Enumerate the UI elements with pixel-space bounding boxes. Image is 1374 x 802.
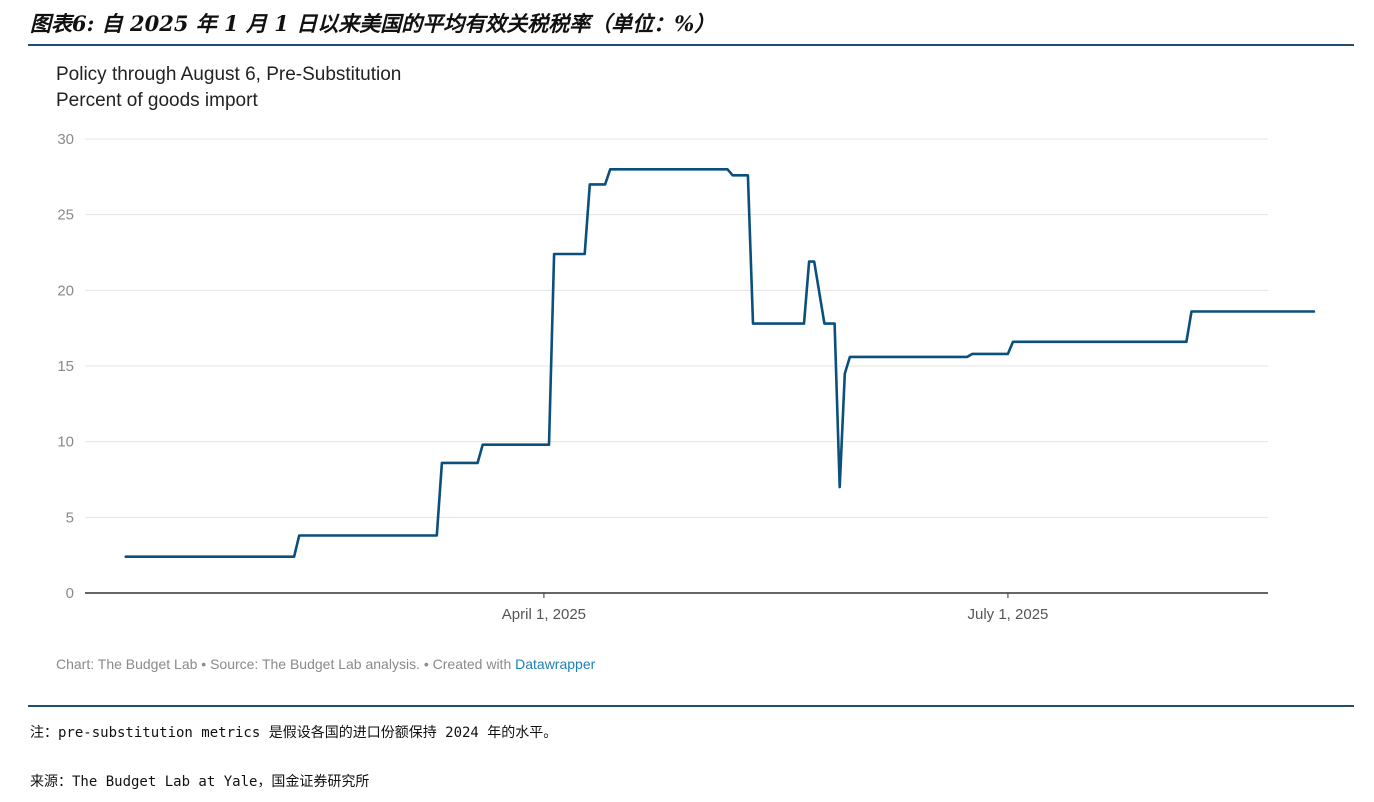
footer-divider bbox=[28, 705, 1354, 707]
y-tick-label-0: 0 bbox=[66, 585, 74, 602]
figure-note: 注：pre-substitution metrics 是假设各国的进口份额保持 … bbox=[30, 725, 558, 741]
chart-credit-text: Chart: The Budget Lab • Source: The Budg… bbox=[56, 656, 516, 672]
series-line-0 bbox=[124, 168, 1316, 559]
y-tick-label-15: 15 bbox=[57, 358, 74, 375]
y-tick-label-10: 10 bbox=[57, 434, 74, 451]
x-tick-label-1: July 1, 2025 bbox=[967, 606, 1048, 623]
y-tick-label-30: 30 bbox=[57, 131, 74, 148]
y-tick-label-25: 25 bbox=[57, 207, 74, 224]
y-tick-label-20: 20 bbox=[57, 282, 74, 299]
series-layer bbox=[124, 168, 1316, 559]
x-axis-ticks: April 1, 2025 July 1, 2025 bbox=[502, 593, 1048, 623]
chart-credit: Chart: The Budget Lab • Source: The Budg… bbox=[56, 656, 595, 672]
grid-lines bbox=[85, 138, 1268, 594]
datawrapper-link[interactable]: Datawrapper bbox=[515, 656, 595, 672]
figure-source: 来源：The Budget Lab at Yale，国金证券研究所 bbox=[30, 774, 370, 790]
x-tick-label-0: April 1, 2025 bbox=[502, 606, 586, 623]
tariff-rate-chart: 0 5 10 15 20 25 30 April 1, 2025 July 1, 2025 bbox=[57, 131, 1316, 623]
y-tick-label-5: 5 bbox=[66, 509, 74, 526]
y-axis-ticks: 0 5 10 15 20 25 30 bbox=[57, 131, 74, 602]
